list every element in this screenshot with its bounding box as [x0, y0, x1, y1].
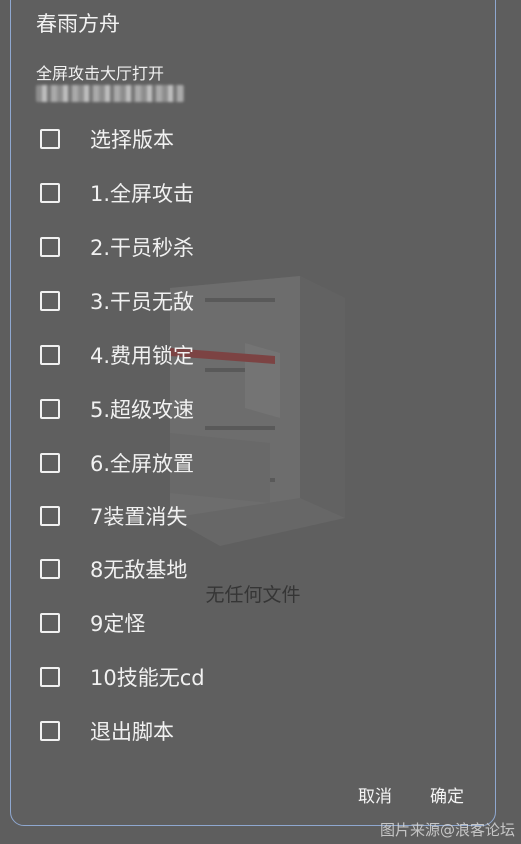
option-select-version[interactable]: 选择版本	[36, 121, 456, 157]
option-label: 10技能无cd	[90, 666, 205, 690]
option-super-attack-speed[interactable]: 5.超级攻速	[36, 391, 456, 427]
checkbox[interactable]	[40, 291, 60, 311]
dialog-subtitle: 全屏攻击大厅打开	[36, 64, 165, 83]
option-operator-instakill[interactable]: 2.干员秒杀	[36, 229, 456, 265]
checkbox[interactable]	[40, 183, 60, 203]
option-label: 2.干员秒杀	[90, 236, 195, 260]
screen: 无任何文件 春雨方舟 全屏攻击大厅打开 选择版本 1.全屏攻击 2.干员秒杀 3…	[0, 0, 521, 844]
checkbox[interactable]	[40, 399, 60, 419]
option-label: 3.干员无敌	[90, 290, 195, 314]
option-label: 1.全屏攻击	[90, 182, 195, 206]
option-label: 4.费用锁定	[90, 344, 195, 368]
checkbox[interactable]	[40, 453, 60, 473]
option-freeze-enemies[interactable]: 9定怪	[36, 605, 456, 641]
option-device-vanish[interactable]: 7装置消失	[36, 498, 456, 534]
blurred-text	[36, 85, 184, 102]
checkbox[interactable]	[40, 667, 60, 687]
option-operator-invincible[interactable]: 3.干员无敌	[36, 283, 456, 319]
option-no-skill-cooldown[interactable]: 10技能无cd	[36, 659, 456, 695]
option-label: 5.超级攻速	[90, 398, 195, 422]
option-label: 6.全屏放置	[90, 452, 195, 476]
option-invincible-base[interactable]: 8无敌基地	[36, 551, 456, 587]
ok-button[interactable]: 确定	[424, 778, 470, 811]
option-exit-script[interactable]: 退出脚本	[36, 713, 456, 749]
checkbox[interactable]	[40, 237, 60, 257]
checkbox[interactable]	[40, 613, 60, 633]
watermark: 图片来源@浪客论坛	[379, 821, 515, 839]
checkbox[interactable]	[40, 129, 60, 149]
checkbox[interactable]	[40, 506, 60, 526]
option-fullscreen-attack[interactable]: 1.全屏攻击	[36, 175, 456, 211]
option-label: 退出脚本	[90, 720, 174, 744]
checkbox[interactable]	[40, 345, 60, 365]
option-cost-lock[interactable]: 4.费用锁定	[36, 337, 456, 373]
option-fullscreen-placement[interactable]: 6.全屏放置	[36, 445, 456, 481]
option-label: 8无敌基地	[90, 558, 188, 582]
checkbox[interactable]	[40, 559, 60, 579]
option-label: 选择版本	[90, 128, 174, 152]
option-label: 7装置消失	[90, 505, 188, 529]
option-label: 9定怪	[90, 612, 146, 636]
checkbox[interactable]	[40, 721, 60, 741]
dialog-title: 春雨方舟	[36, 12, 120, 36]
cancel-button[interactable]: 取消	[352, 778, 398, 811]
